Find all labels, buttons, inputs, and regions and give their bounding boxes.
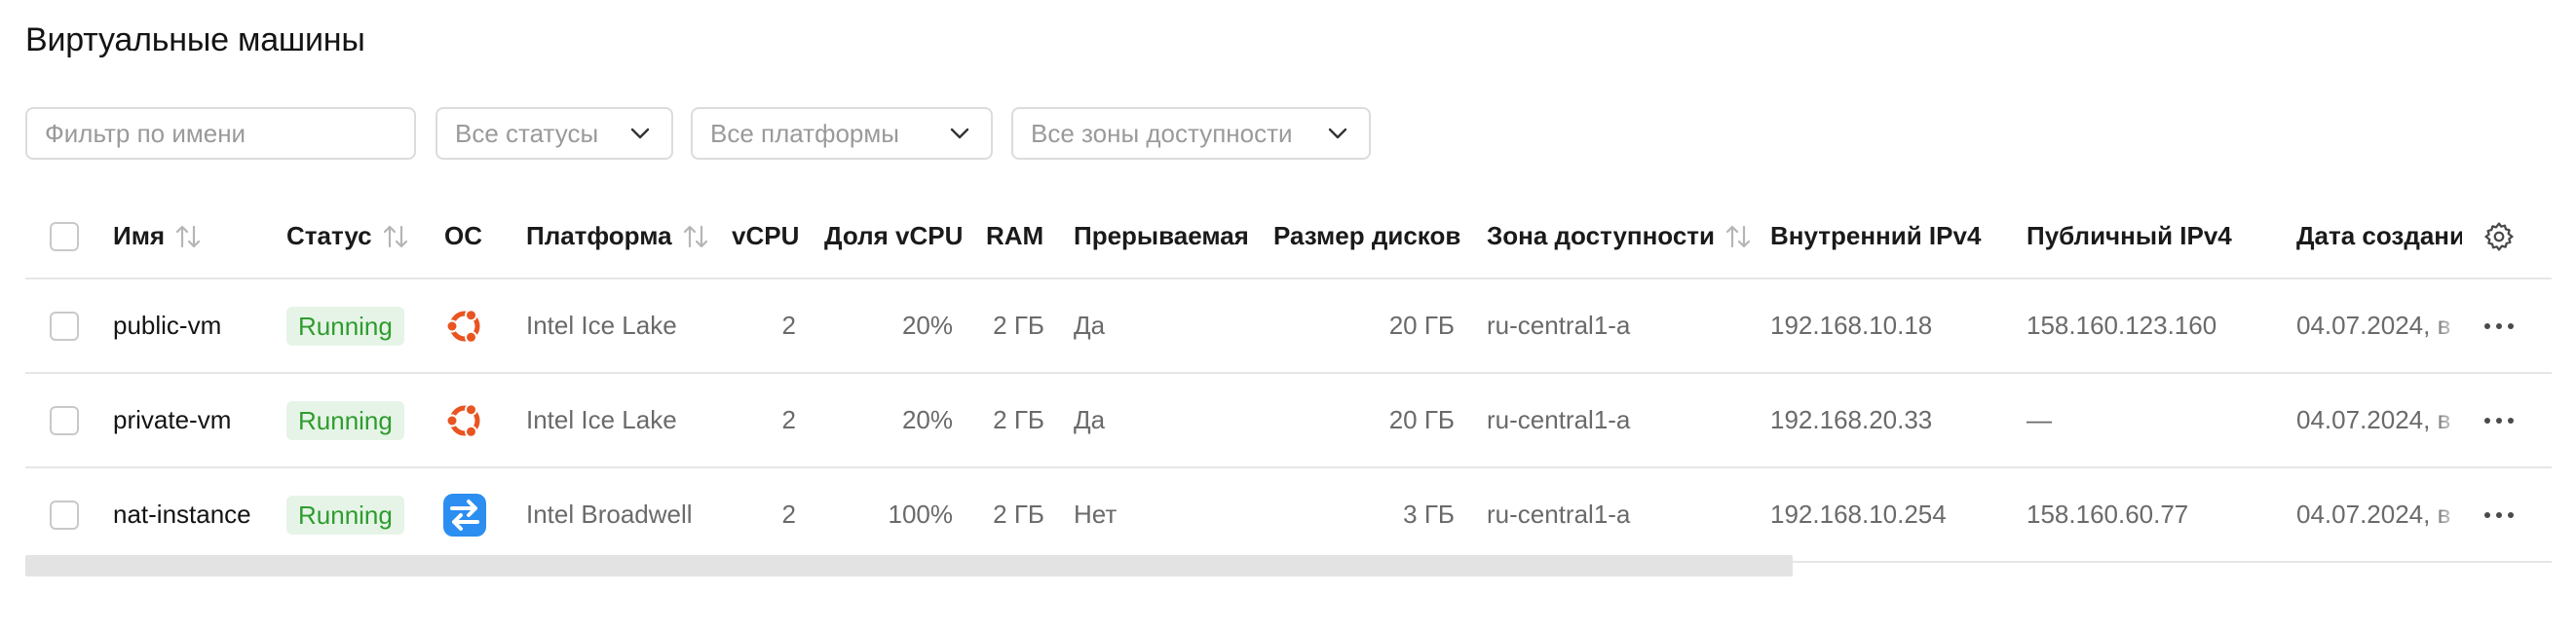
sort-icon[interactable] [172, 222, 204, 251]
column-header-name[interactable]: Имя [113, 195, 204, 278]
internal-ip-value: 192.168.20.33 [1770, 405, 1933, 434]
vcpu-share-value: 100% [888, 500, 954, 529]
status-badge: Running [286, 400, 404, 440]
horizontal-scrollbar[interactable] [25, 555, 1793, 576]
chevron-down-icon [1328, 128, 1347, 139]
preemptible-value: Да [1074, 311, 1106, 340]
table-row[interactable]: private-vm Running Intel Ice Lake 2 20% … [25, 374, 2552, 468]
column-label-vcpu-share: Доля vCPU [824, 221, 964, 250]
more-actions-icon[interactable] [2482, 321, 2516, 331]
column-label-os: ОС [444, 221, 482, 250]
column-label-public-ip: Публичный IPv4 [2027, 221, 2232, 250]
chevron-down-icon [630, 128, 650, 139]
public-ip-value: 158.160.123.160 [2027, 311, 2217, 340]
row-checkbox[interactable] [50, 500, 79, 530]
column-header-vcpu-share: Доля vCPU [824, 195, 963, 278]
ram-value: 2 ГБ [993, 311, 1044, 340]
platform-value: Intel Ice Lake [526, 405, 677, 434]
nat-instance-icon [443, 493, 486, 537]
ubuntu-icon [445, 308, 480, 344]
ram-value: 2 ГБ [993, 500, 1044, 529]
created-value: 04.07.2024, в 1 [2296, 500, 2460, 529]
created-value: 04.07.2024, в 1 [2296, 311, 2460, 340]
platform-filter-value: Все платформы [710, 118, 899, 148]
vcpu-share-value: 20% [901, 311, 953, 340]
table-header: Имя Статус ОС Платформа vCPU Доля vCPU R… [25, 195, 2552, 279]
column-header-preemptible: Прерываемая [1074, 195, 1249, 278]
column-label-status: Статус [286, 221, 372, 250]
created-value: 04.07.2024, в 1 [2296, 405, 2460, 434]
column-header-status[interactable]: Статус [286, 195, 411, 278]
sort-icon[interactable] [680, 222, 711, 251]
vcpu-value: 2 [781, 405, 796, 434]
disk-size-value: 3 ГБ [1403, 500, 1455, 529]
more-actions-icon[interactable] [2482, 510, 2516, 520]
column-header-internal-ip: Внутренний IPv4 [1770, 195, 1981, 278]
status-badge: Running [286, 495, 404, 535]
column-header-created: Дата создани [2296, 195, 2462, 278]
column-header-os: ОС [444, 195, 482, 278]
zone-value: ru-central1-a [1487, 311, 1631, 340]
column-header-ram: RAM [986, 195, 1043, 278]
disk-size-value: 20 ГБ [1388, 311, 1455, 340]
zone-value: ru-central1-a [1487, 500, 1631, 529]
column-header-zone[interactable]: Зона доступности [1487, 195, 1754, 278]
internal-ip-value: 192.168.10.18 [1770, 311, 1933, 340]
platform-value: Intel Broadwell [526, 500, 693, 529]
sort-icon[interactable] [1723, 222, 1754, 251]
vm-name[interactable]: private-vm [113, 374, 231, 466]
preemptible-value: Нет [1074, 500, 1118, 529]
row-checkbox[interactable] [50, 405, 79, 435]
row-checkbox[interactable] [50, 311, 79, 341]
status-filter-value: Все статусы [455, 118, 599, 148]
column-header-public-ip: Публичный IPv4 [2027, 195, 2232, 278]
column-label-disk-size: Размер дисков [1273, 221, 1461, 250]
zone-filter-value: Все зоны доступности [1031, 118, 1293, 148]
column-header-vcpu: vCPU [732, 195, 799, 278]
vcpu-value: 2 [781, 311, 796, 340]
disk-size-value: 20 ГБ [1388, 405, 1455, 434]
column-label-preemptible: Прерываемая [1074, 221, 1249, 250]
name-filter-placeholder: Фильтр по имени [45, 118, 246, 148]
public-ip-value: — [2027, 405, 2052, 434]
column-label-created: Дата создани [2296, 221, 2462, 250]
column-label-ram: RAM [986, 221, 1044, 250]
chevron-down-icon [950, 128, 969, 139]
status-filter-select[interactable]: Все статусы [436, 107, 673, 160]
column-header-platform[interactable]: Платформа [526, 195, 711, 278]
select-all-checkbox[interactable] [50, 221, 79, 251]
page-title: Виртуальные машины [25, 21, 365, 58]
vm-name[interactable]: nat-instance [113, 468, 251, 561]
vcpu-share-value: 20% [901, 405, 953, 434]
public-ip-value: 158.160.60.77 [2027, 500, 2189, 529]
preemptible-value: Да [1074, 405, 1106, 434]
sort-icon[interactable] [380, 222, 411, 251]
zone-filter-select[interactable]: Все зоны доступности [1011, 107, 1371, 160]
column-label-platform: Платформа [526, 221, 672, 250]
zone-value: ru-central1-a [1487, 405, 1631, 434]
vcpu-value: 2 [781, 500, 796, 529]
name-filter-input[interactable]: Фильтр по имени [25, 107, 416, 160]
column-header-disk-size: Размер дисков [1273, 195, 1460, 278]
column-label-vcpu: vCPU [732, 221, 800, 250]
platform-filter-select[interactable]: Все платформы [691, 107, 993, 160]
platform-value: Intel Ice Lake [526, 311, 677, 340]
more-actions-icon[interactable] [2482, 416, 2516, 426]
vm-name[interactable]: public-vm [113, 279, 221, 372]
table-row[interactable]: nat-instance Running Intel Broadwell 2 1… [25, 468, 2552, 563]
ram-value: 2 ГБ [993, 405, 1044, 434]
ubuntu-icon [445, 402, 480, 438]
gear-icon[interactable] [2482, 220, 2516, 253]
column-label-name: Имя [113, 221, 166, 250]
status-badge: Running [286, 306, 404, 346]
internal-ip-value: 192.168.10.254 [1770, 500, 1947, 529]
column-label-internal-ip: Внутренний IPv4 [1770, 221, 1982, 250]
table-row[interactable]: public-vm Running Intel Ice Lake 2 20% 2… [25, 279, 2552, 374]
column-label-zone: Зона доступности [1487, 221, 1716, 250]
